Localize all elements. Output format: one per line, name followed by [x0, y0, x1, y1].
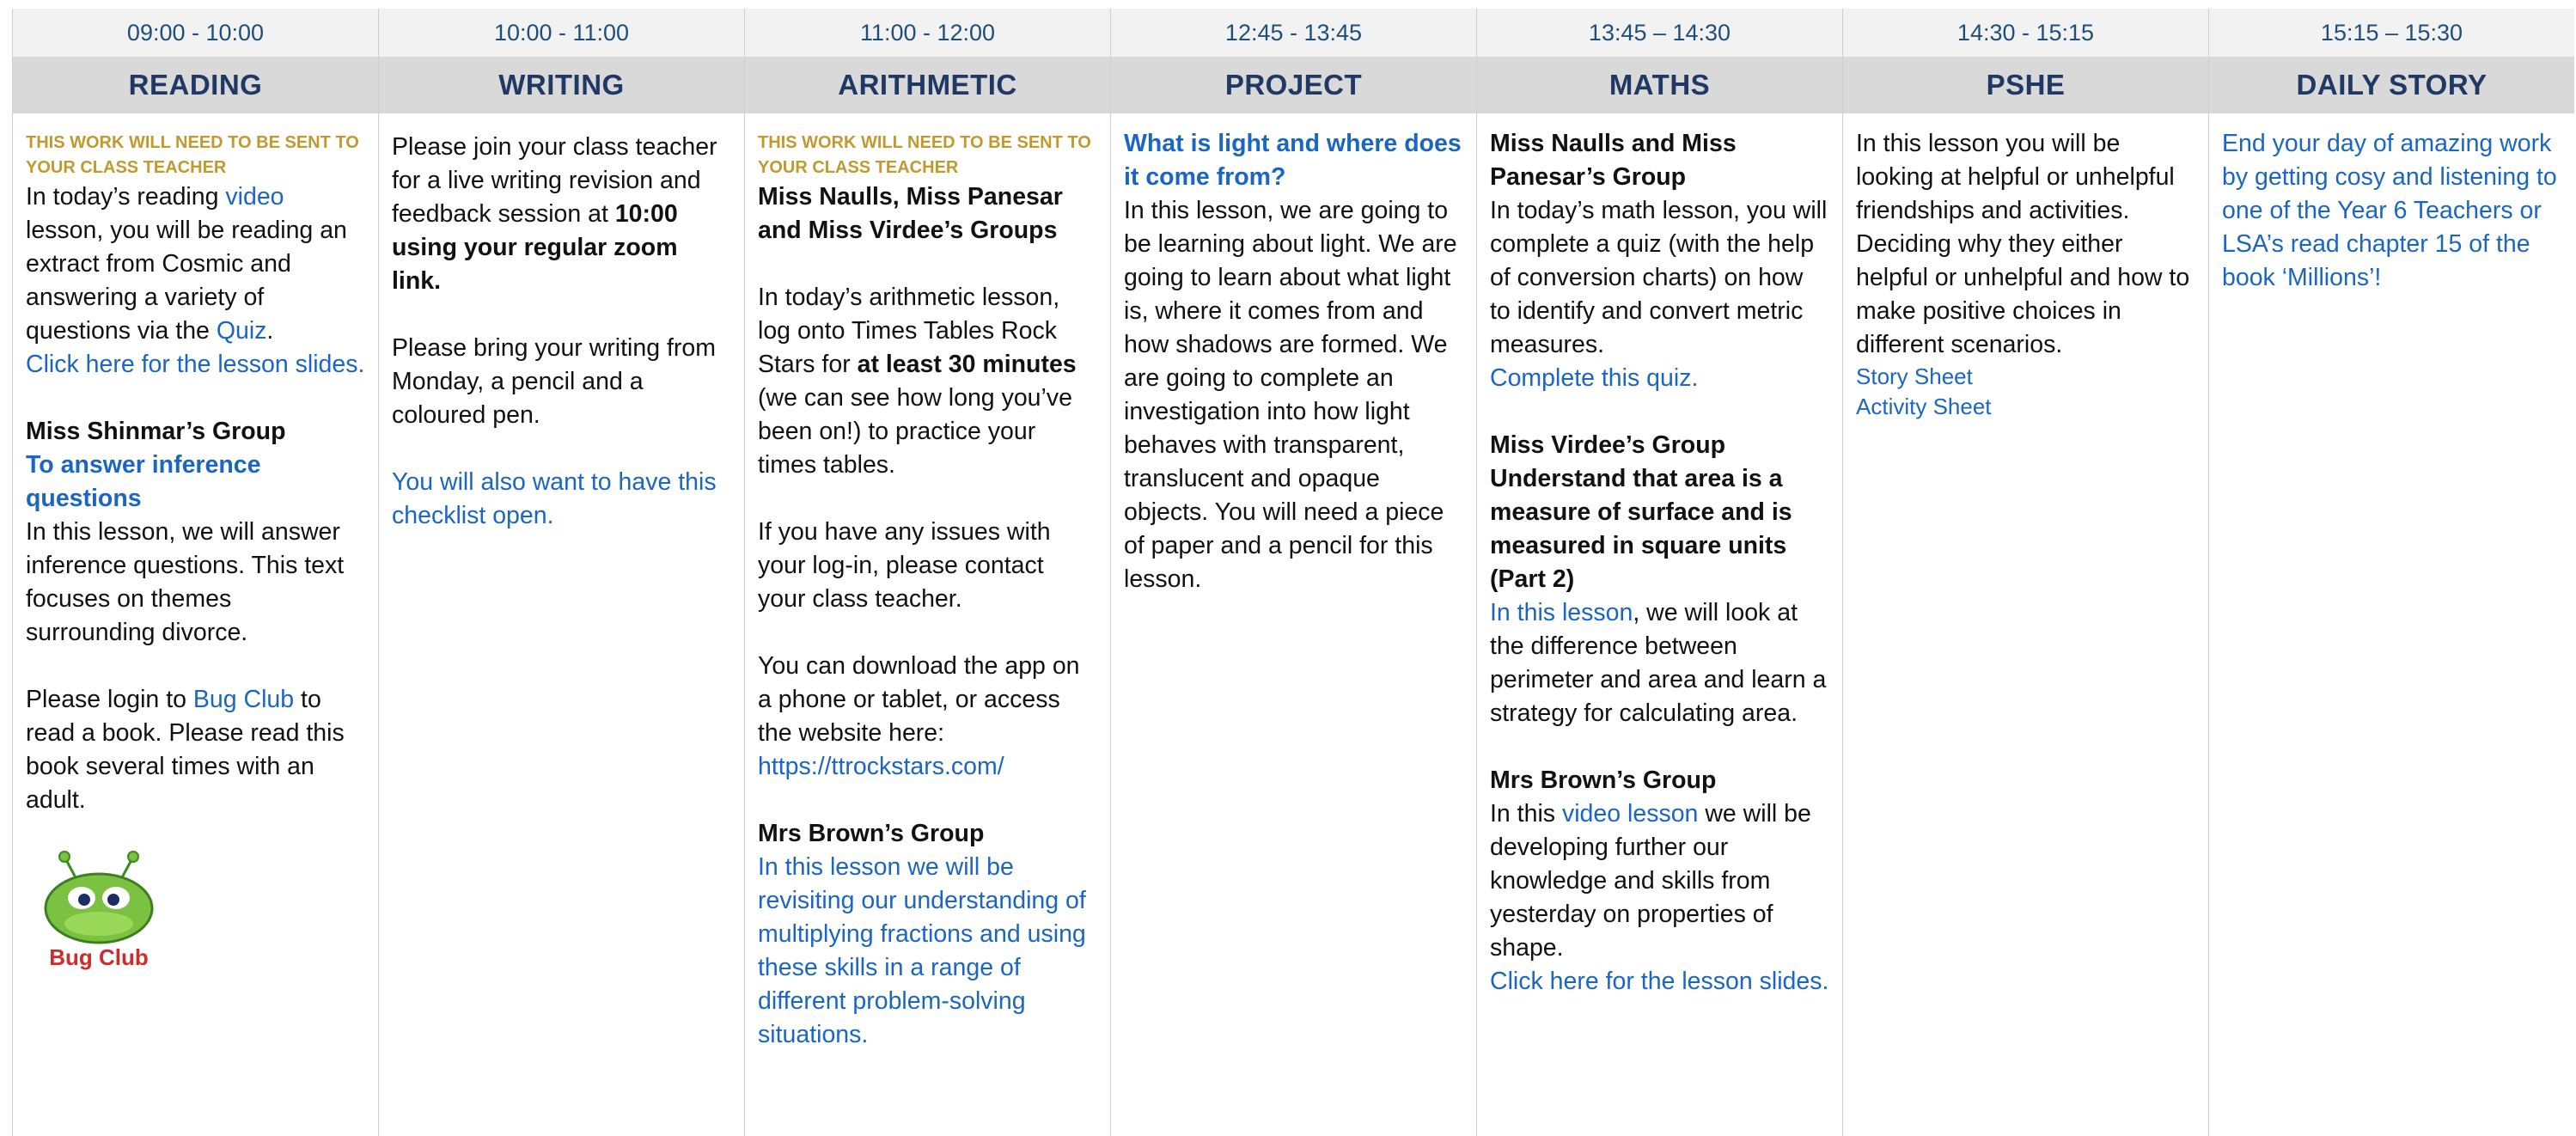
send-note: THIS WORK WILL NEED TO BE SENT TO YOUR C…	[26, 133, 359, 177]
text: In today’s reading	[26, 183, 226, 211]
area-lesson: In this lesson, we will look at the diff…	[1490, 596, 1830, 730]
time-slot: 12:45 - 13:45	[1111, 9, 1476, 57]
column-daily-story: 15:15 – 15:30 DAILY STORY End your day o…	[2208, 9, 2574, 1136]
fractions-lesson-link[interactable]: In this lesson we will be revisiting our…	[758, 851, 1098, 1052]
column-maths: 13:45 – 14:30 MATHS Miss Naulls and Miss…	[1476, 9, 1842, 1136]
text: In this	[1490, 800, 1562, 828]
subject-heading: MATHS	[1477, 57, 1842, 113]
time-slot: 09:00 - 10:00	[13, 9, 378, 57]
timetable: 09:00 - 10:00 READING THIS WORK WILL NEE…	[12, 9, 2574, 1136]
column-body: Please join your class teacher for a liv…	[379, 113, 744, 533]
area-lesson-link[interactable]: In this lesson	[1490, 599, 1633, 626]
group-label: Miss Shinmar’s Group	[26, 418, 286, 445]
login-help: If you have any issues with your log-in,…	[758, 518, 1051, 613]
quiz-link[interactable]: Quiz	[217, 317, 267, 345]
group-name: Miss Naulls and Miss Panesar’s Group	[1490, 127, 1830, 194]
bug-club-instructions: Please login to Bug Club to read a book.…	[26, 683, 366, 817]
group-name: Miss Naulls, Miss Panesar and Miss Virde…	[758, 180, 1098, 247]
group-label: Miss Naulls, Miss Panesar and Miss Virde…	[758, 183, 1063, 244]
time-slot: 13:45 – 14:30	[1477, 9, 1842, 57]
checklist-link[interactable]: You will also want to have this checklis…	[392, 466, 732, 533]
subject-heading: WRITING	[379, 57, 744, 113]
subject-heading: READING	[13, 57, 378, 113]
time-slot: 11:00 - 12:00	[745, 9, 1110, 57]
lesson-slides-link[interactable]: Click here for the lesson slides.	[26, 348, 366, 382]
project-description: In this lesson, we are going to be learn…	[1124, 197, 1457, 593]
svg-text:Bug Club: Bug Club	[49, 944, 149, 970]
column-body: Miss Naulls and Miss Panesar’s Group In …	[1477, 113, 1842, 999]
subject-heading: PSHE	[1843, 57, 2208, 113]
subject-heading: PROJECT	[1111, 57, 1476, 113]
column-body: THIS WORK WILL NEED TO BE SENT TO YOUR C…	[745, 113, 1110, 1052]
column-body: End your day of amazing work by getting …	[2209, 113, 2574, 295]
arithmetic-intro: In today’s arithmetic lesson, log onto T…	[758, 281, 1098, 482]
text: (we can see how long you’ve been on!) to…	[758, 384, 1072, 479]
column-reading: 09:00 - 10:00 READING THIS WORK WILL NEE…	[12, 9, 378, 1136]
group-description: In this lesson, we will answer inference…	[26, 518, 345, 646]
time-slot: 15:15 – 15:30	[2209, 9, 2574, 57]
column-body: In this lesson you will be looking at he…	[1843, 113, 2208, 422]
subject-heading: DAILY STORY	[2209, 57, 2574, 113]
writing-intro: Please join your class teacher for a liv…	[392, 131, 732, 298]
lesson-objective: Understand that area is a measure of sur…	[1490, 462, 1830, 596]
objective-text: Understand that area is a measure of sur…	[1490, 465, 1792, 593]
time-slot: 14:30 - 15:15	[1843, 9, 2208, 57]
materials-note: Please bring your writing from Monday, a…	[392, 334, 716, 429]
group-lesson-link[interactable]: To answer inference questions	[26, 449, 366, 516]
column-project: 12:45 - 13:45 PROJECT What is light and …	[1110, 9, 1476, 1136]
shape-lesson: In this video lesson we will be developi…	[1490, 797, 1830, 965]
lesson-slides-link[interactable]: Click here for the lesson slides.	[1490, 965, 1830, 999]
column-pshe: 14:30 - 15:15 PSHE In this lesson you wi…	[1842, 9, 2208, 1136]
column-arithmetic: 11:00 - 12:00 ARITHMETIC THIS WORK WILL …	[744, 9, 1110, 1136]
group-label: Mrs Brown’s Group	[1490, 766, 1717, 794]
group-label: Miss Naulls and Miss Panesar’s Group	[1490, 130, 1737, 191]
project-lesson-link[interactable]: What is light and where does it come fro…	[1124, 127, 1464, 194]
column-writing: 10:00 - 11:00 WRITING Please join your c…	[378, 9, 744, 1136]
duration: at least 30 minutes	[857, 351, 1077, 378]
ttrockstars-link[interactable]: https://ttrockstars.com/	[758, 750, 1098, 784]
reading-intro: In today’s reading video lesson, you wil…	[26, 180, 366, 348]
text: Please login to	[26, 686, 193, 713]
column-body: What is light and where does it come fro…	[1111, 113, 1476, 596]
group-name: Miss Virdee’s Group	[1490, 429, 1830, 462]
subject-heading: ARITHMETIC	[745, 57, 1110, 113]
video-link[interactable]: video	[225, 183, 284, 211]
activity-sheet-link[interactable]: Activity Sheet	[1856, 392, 2196, 422]
text: lesson, you will be reading an extract f…	[26, 217, 347, 345]
column-body: THIS WORK WILL NEED TO BE SENT TO YOUR C…	[13, 113, 378, 985]
group-label: Mrs Brown’s Group	[758, 820, 985, 847]
group-name: Miss Shinmar’s Group	[26, 415, 366, 449]
time-slot: 10:00 - 11:00	[379, 9, 744, 57]
text: .	[266, 317, 274, 345]
maths-intro: In today’s math lesson, you will complet…	[1490, 197, 1828, 358]
group-name: Mrs Brown’s Group	[758, 817, 1098, 851]
video-lesson-link[interactable]: video lesson	[1562, 800, 1698, 828]
send-note: THIS WORK WILL NEED TO BE SENT TO YOUR C…	[758, 133, 1091, 177]
story-sheet-link[interactable]: Story Sheet	[1856, 362, 2196, 392]
group-label: Miss Virdee’s Group	[1490, 431, 1726, 459]
quiz-link[interactable]: Complete this quiz.	[1490, 362, 1830, 395]
pshe-description: In this lesson you will be looking at he…	[1856, 130, 2190, 358]
bug-club-logo: Bug Club	[44, 851, 154, 970]
bug-club-link[interactable]: Bug Club	[193, 686, 294, 713]
app-info: You can download the app on a phone or t…	[758, 652, 1080, 747]
group-name: Mrs Brown’s Group	[1490, 764, 1830, 797]
daily-story-link[interactable]: End your day of amazing work by getting …	[2222, 127, 2562, 295]
